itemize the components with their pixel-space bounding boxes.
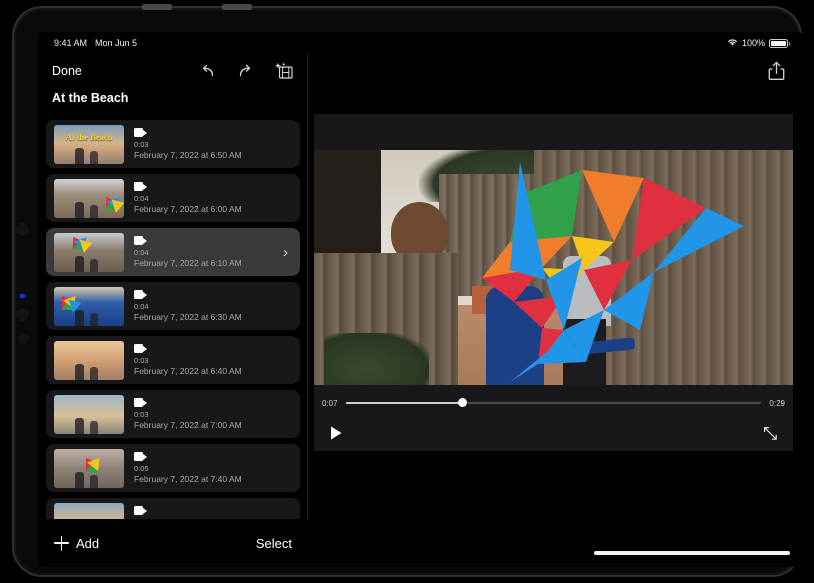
video-camera-icon (134, 182, 147, 191)
clip-date: February 7, 2022 at 6:40 AM (134, 366, 242, 376)
wifi-icon (727, 38, 738, 49)
clip-duration: 0:04 (134, 302, 149, 311)
video-camera-icon (134, 236, 147, 245)
clip-duration: 0:03 (134, 410, 149, 419)
clip-metadata: 0:03 February 7, 2022 at 6:40 AM (134, 344, 242, 376)
kite-graphic (482, 162, 744, 382)
plus-icon (54, 535, 69, 551)
clip-metadata: 0:03 February 7, 2022 at 7:00 AM (134, 398, 242, 430)
clip-thumbnail: At the Beach (54, 124, 124, 164)
film-strip-sparkle-icon[interactable] (274, 62, 293, 81)
clip-duration: 0:05 (134, 464, 149, 473)
sidebar-bottom-bar: Add Select (38, 519, 308, 567)
clip-thumbnail (54, 286, 124, 326)
clip-date: February 7, 2022 at 7:40 AM (134, 474, 242, 484)
volume-up-button[interactable] (142, 4, 172, 10)
clip-row[interactable]: 0:04 February 7, 2022 at 6:30 AM (46, 282, 300, 330)
clip-thumbnail (54, 340, 124, 380)
scrubber-track[interactable] (345, 398, 762, 407)
add-button[interactable]: Add (54, 535, 100, 551)
clip-row[interactable]: 0:03 February 7, 2022 at 6:40 AM (46, 336, 300, 384)
clip-date: February 7, 2022 at 6:00 AM (134, 204, 242, 214)
clip-row[interactable]: 0:03 February 7, 2022 at 7:00 AM (46, 390, 300, 438)
video-camera-icon (134, 452, 147, 461)
share-up-arrow-icon[interactable] (766, 60, 786, 82)
clip-date: February 7, 2022 at 6:10 AM (134, 258, 242, 268)
battery-percent-label: 100% (741, 38, 765, 48)
video-camera-icon (134, 398, 147, 407)
thumbnail-title-overlay: At the Beach (65, 131, 113, 142)
bezel-dot (16, 223, 29, 236)
video-camera-icon (134, 344, 147, 353)
clip-row[interactable]: 0:05 February 7, 2022 at 7:40 AM (46, 444, 300, 492)
clip-thumbnail (54, 178, 124, 218)
clip-row[interactable]: 0:04 February 7, 2022 at 6:10 AM › (46, 228, 300, 276)
video-camera-icon (134, 290, 147, 299)
clip-date: February 7, 2022 at 6:30 AM (134, 312, 242, 322)
home-indicator[interactable] (594, 551, 790, 555)
bezel-dot (18, 333, 29, 344)
status-bar-right: 100% (727, 38, 790, 49)
preview-pane: 0:07 0:29 (309, 54, 804, 567)
clip-metadata: 0:04 February 7, 2022 at 6:00 AM (134, 182, 242, 214)
volume-down-button[interactable] (222, 4, 252, 10)
clip-metadata: 0:05 February 7, 2022 at 7:40 AM (134, 452, 242, 484)
scrubber-thumb[interactable] (457, 398, 467, 407)
select-button[interactable]: Select (256, 536, 292, 551)
expand-diagonal-icon[interactable] (763, 426, 778, 441)
scrubber-row: 0:07 0:29 (314, 392, 793, 414)
player-controls-row (314, 416, 793, 450)
clip-sidebar: Done At the Beach At the Beach 0:03 Febr… (38, 54, 308, 567)
video-camera-icon (134, 128, 147, 137)
sidebar-toolbar: Done (38, 54, 307, 88)
clip-thumbnail (54, 448, 124, 488)
clip-duration: 0:04 (134, 194, 149, 203)
redo-arrow-icon[interactable] (236, 62, 255, 81)
current-time-label: 0:07 (322, 398, 338, 408)
video-preview-frame[interactable] (314, 150, 793, 385)
ipad-device-frame: 9:41 AM Mon Jun 5 100% Done At the Beach… (12, 4, 804, 577)
bezel-dot (16, 308, 29, 321)
done-button[interactable]: Done (52, 64, 82, 78)
status-bar: 9:41 AM Mon Jun 5 100% (38, 32, 804, 54)
bezel-indicator (20, 294, 25, 298)
status-bar-left: 9:41 AM Mon Jun 5 (54, 38, 137, 48)
video-player: 0:07 0:29 (314, 114, 793, 451)
clip-thumbnail (54, 394, 124, 434)
clip-row[interactable]: 0:04 February 7, 2022 at 6:00 AM (46, 174, 300, 222)
scrubber-progress (345, 402, 462, 404)
total-time-label: 0:29 (769, 398, 785, 408)
clip-metadata: 0:03 February 7, 2022 at 6:50 AM (134, 128, 242, 160)
undo-arrow-icon[interactable] (198, 62, 217, 81)
imovie-app: Done At the Beach At the Beach 0:03 Febr… (38, 54, 804, 567)
ipad-screen: 9:41 AM Mon Jun 5 100% Done At the Beach… (38, 32, 804, 567)
clip-metadata: 0:04 February 7, 2022 at 6:10 AM (134, 236, 242, 268)
editor-toolbar-icons (198, 62, 297, 81)
play-triangle-icon[interactable] (329, 425, 345, 441)
status-date: Mon Jun 5 (95, 38, 138, 48)
clip-duration: 0:03 (134, 356, 149, 365)
clip-date: February 7, 2022 at 7:00 AM (134, 420, 242, 430)
status-time: 9:41 AM (54, 38, 88, 48)
battery-full-icon (769, 38, 790, 48)
clip-disclosure-chevron-icon[interactable]: › (283, 245, 292, 260)
share-bar (309, 54, 804, 88)
clip-metadata: 0:04 February 7, 2022 at 6:30 AM (134, 290, 242, 322)
add-button-label: Add (76, 535, 100, 551)
clip-duration: 0:03 (134, 140, 149, 149)
clip-list[interactable]: At the Beach 0:03 February 7, 2022 at 6:50… (38, 120, 308, 540)
clip-thumbnail (54, 232, 124, 272)
project-title: At the Beach (52, 91, 129, 105)
video-camera-icon (134, 506, 147, 515)
clip-row[interactable]: At the Beach 0:03 February 7, 2022 at 6:50… (46, 120, 300, 168)
clip-duration: 0:04 (134, 248, 149, 257)
clip-date: February 7, 2022 at 6:50 AM (134, 150, 242, 160)
